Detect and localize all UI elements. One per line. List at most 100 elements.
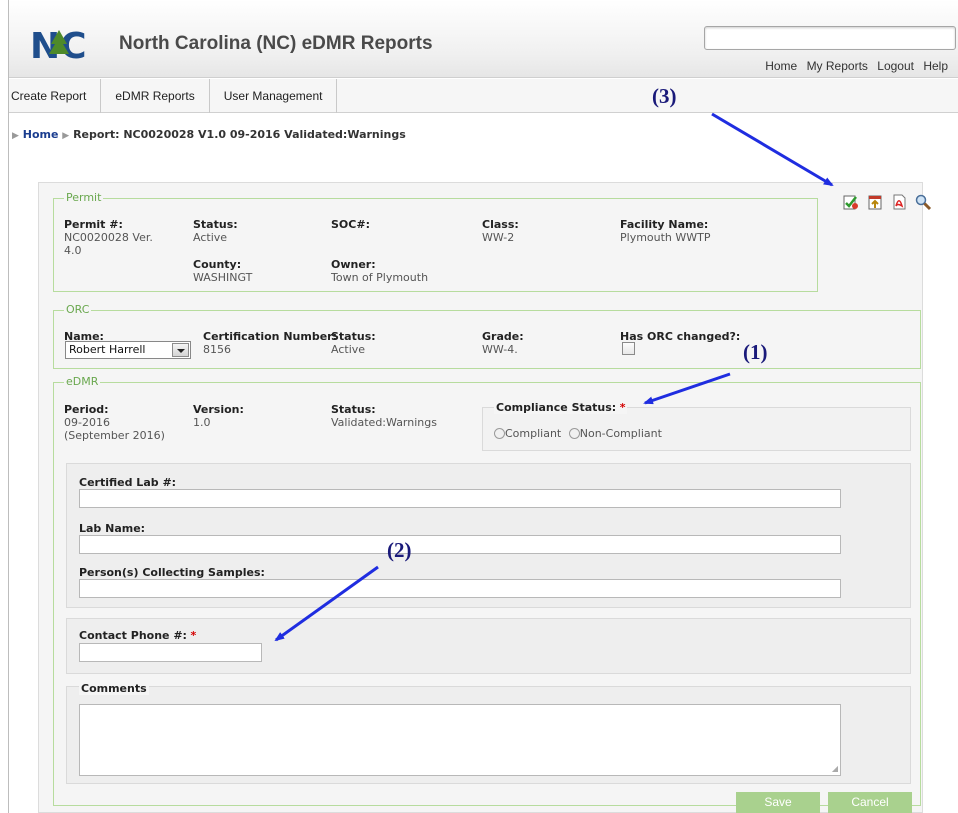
app-title: North Carolina (NC) eDMR Reports	[119, 33, 433, 54]
cert-lab-input[interactable]	[79, 489, 841, 508]
permit-number-field: Permit #: NC0020028 Ver. 4.0	[64, 218, 174, 257]
compliant-label[interactable]: Compliant	[505, 427, 561, 440]
report-toolbar	[842, 193, 933, 211]
compliance-label: Compliance Status:	[496, 401, 617, 414]
orc-status-field: Status: Active	[331, 330, 376, 356]
certification-label: Certification Number:	[203, 330, 337, 343]
contact-phone-input[interactable]	[79, 643, 262, 662]
class-value: WW-2	[482, 231, 515, 244]
orc-name-selected: Robert Harrell	[69, 343, 146, 356]
orc-changed-field: Has ORC changed?:	[620, 330, 740, 343]
pdf-icon[interactable]	[890, 193, 908, 211]
county-field: County: WASHINGT	[193, 258, 252, 284]
save-button[interactable]: Save	[736, 792, 820, 813]
annotation-3: (3)	[652, 84, 677, 108]
annotation-1: (1)	[743, 340, 768, 364]
breadcrumb-arrow-icon: ▶	[12, 131, 19, 141]
facility-field: Facility Name: Plymouth WWTP	[620, 218, 711, 244]
facility-label: Facility Name:	[620, 218, 709, 231]
orc-status-label: Status:	[331, 330, 376, 343]
compliance-options: Compliant Non-Compliant	[494, 427, 666, 440]
period-value: 09-2016	[64, 416, 110, 429]
arrow-3	[711, 112, 834, 187]
orc-changed-checkbox[interactable]	[622, 342, 635, 355]
owner-label: Owner:	[331, 258, 376, 271]
breadcrumb-separator-icon: ▶	[62, 131, 70, 141]
period-label: Period:	[64, 403, 109, 416]
compliance-field: Compliance Status: *	[494, 401, 628, 414]
county-value: WASHINGT	[193, 271, 253, 284]
phone-label: Contact Phone #:	[79, 629, 187, 642]
help-link[interactable]: Help	[923, 59, 948, 73]
compliance-required-mark: *	[619, 401, 626, 414]
comments-label: Comments	[81, 682, 147, 695]
grade-value: WW-4.	[482, 343, 518, 356]
owner-field: Owner: Town of Plymouth	[331, 258, 428, 284]
version-label: Version:	[193, 403, 244, 416]
breadcrumb-home-link[interactable]: Home	[23, 128, 59, 141]
annotation-2: (2)	[387, 538, 412, 562]
orc-legend: ORC	[66, 303, 90, 316]
period-month: (September 2016)	[64, 429, 165, 442]
tab-edmr-reports[interactable]: eDMR Reports	[101, 79, 210, 113]
soc-field: SOC#:	[331, 218, 370, 231]
non-compliant-radio[interactable]	[568, 428, 580, 439]
permit-legend: Permit	[66, 191, 102, 204]
logout-link[interactable]: Logout	[877, 59, 914, 73]
version-field: Version: 1.0	[193, 403, 244, 429]
phone-required-mark: *	[190, 629, 197, 642]
permit-version-value: 4.0	[64, 244, 82, 257]
preview-icon[interactable]	[914, 193, 932, 211]
main-nav: Create Report eDMR Reports User Manageme…	[9, 79, 958, 113]
class-label: Class:	[482, 218, 519, 231]
comments-textarea[interactable]: ◢	[79, 704, 841, 776]
breadcrumb: ▶ Home ▶ Report: NC0020028 V1.0 09-2016 …	[12, 128, 406, 141]
permit-number-value: NC0020028 Ver.	[64, 231, 153, 244]
orc-status-value: Active	[331, 343, 366, 356]
grade-field: Grade: WW-4.	[482, 330, 524, 356]
owner-value: Town of Plymouth	[331, 271, 429, 284]
collectors-input[interactable]	[79, 579, 841, 598]
collectors-field: Person(s) Collecting Samples:	[79, 566, 265, 579]
edmr-status-value: Validated:Warnings	[331, 416, 437, 429]
search-input[interactable]	[704, 26, 956, 50]
certification-value: 8156	[203, 343, 231, 356]
app-header: NC North Carolina (NC) eDMR Reports Home…	[9, 0, 958, 78]
collectors-label: Person(s) Collecting Samples:	[79, 566, 265, 579]
lab-name-input[interactable]	[79, 535, 841, 554]
cert-lab-label: Certified Lab #:	[79, 476, 177, 489]
period-field: Period: 09-2016 (September 2016)	[64, 403, 165, 442]
permit-status-value: Active	[193, 231, 228, 244]
breadcrumb-current: Report: NC0020028 V1.0 09-2016 Validated…	[73, 128, 406, 141]
lab-name-label: Lab Name:	[79, 522, 146, 535]
compliant-radio[interactable]	[494, 428, 505, 439]
comments-field: Comments	[79, 682, 149, 695]
certification-field: Certification Number: 8156	[203, 330, 337, 356]
chevron-down-icon[interactable]	[172, 343, 189, 357]
facility-value: Plymouth WWTP	[620, 231, 711, 244]
orc-name-select[interactable]: Robert Harrell	[65, 341, 191, 359]
top-links: Home My Reports Logout Help	[759, 59, 948, 73]
my-reports-link[interactable]: My Reports	[807, 59, 868, 73]
tab-create-report[interactable]: Create Report	[9, 79, 102, 113]
cert-lab-field: Certified Lab #:	[79, 476, 176, 489]
edmr-status-field: Status: Validated:Warnings	[331, 403, 437, 429]
upload-icon[interactable]	[866, 193, 884, 211]
edmr-status-label: Status:	[331, 403, 376, 416]
tab-user-management[interactable]: User Management	[210, 79, 338, 113]
resize-handle-icon[interactable]: ◢	[832, 765, 838, 773]
orc-changed-label: Has ORC changed?:	[620, 330, 741, 343]
soc-label: SOC#:	[331, 218, 370, 231]
nc-logo[interactable]: NC	[29, 22, 87, 67]
validate-icon[interactable]	[842, 193, 860, 211]
non-compliant-label[interactable]: Non-Compliant	[580, 427, 662, 440]
home-link[interactable]: Home	[765, 59, 797, 73]
version-value: 1.0	[193, 416, 211, 429]
permit-status-field: Status: Active	[193, 218, 238, 244]
cancel-button[interactable]: Cancel	[828, 792, 912, 813]
permit-status-label: Status:	[193, 218, 238, 231]
class-field: Class: WW-2	[482, 218, 519, 244]
county-label: County:	[193, 258, 242, 271]
edmr-legend: eDMR	[66, 375, 99, 388]
lab-name-field: Lab Name:	[79, 522, 145, 535]
